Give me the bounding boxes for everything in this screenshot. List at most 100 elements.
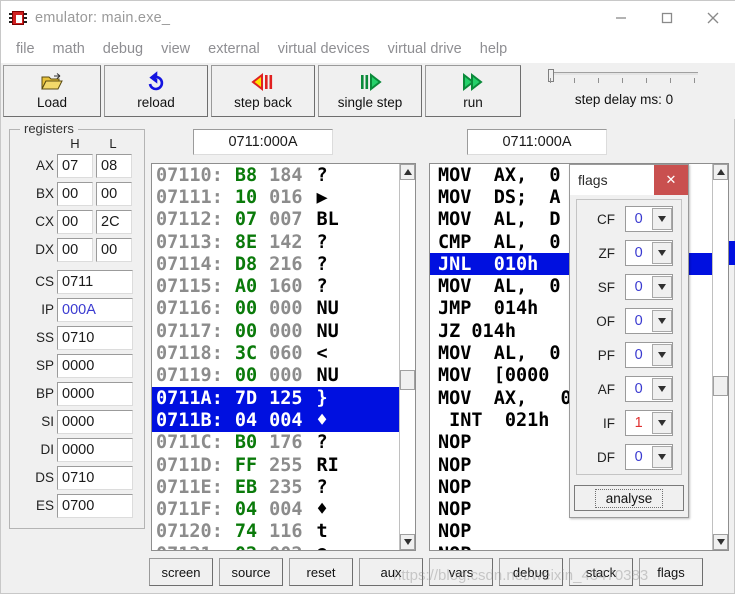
- scroll-up-button[interactable]: [400, 164, 415, 180]
- analyse-button[interactable]: analyse: [574, 485, 684, 511]
- chevron-down-icon[interactable]: [652, 412, 672, 434]
- chevron-down-icon[interactable]: [652, 446, 672, 468]
- scrollbar-thumb[interactable]: [713, 376, 728, 396]
- flags-button[interactable]: flags: [639, 558, 703, 586]
- maximize-button[interactable]: [644, 1, 690, 35]
- table-row[interactable]: 0711C: B0 176?: [152, 432, 399, 454]
- memory-address-input[interactable]: 0711:000A: [193, 129, 333, 155]
- menu-item-external[interactable]: external: [199, 39, 269, 59]
- register-ds-input[interactable]: 0710: [57, 466, 133, 490]
- table-row[interactable]: 07120: 74 116 t: [152, 521, 399, 543]
- register-ss-input[interactable]: 0710: [57, 326, 133, 350]
- register-dx-high-input[interactable]: 00: [57, 238, 93, 262]
- menu-item-help[interactable]: help: [471, 39, 516, 59]
- table-row[interactable]: 07117: 00 000 NU: [152, 320, 399, 342]
- chevron-down-icon[interactable]: [652, 208, 672, 230]
- table-row[interactable]: 07111: 10 016 ▶: [152, 186, 399, 208]
- table-row[interactable]: 07115: A0 160?: [152, 275, 399, 297]
- table-row[interactable]: 07116: 00 000 NU: [152, 298, 399, 320]
- menu-item-view[interactable]: view: [152, 39, 199, 59]
- menu-item-virtual-drive[interactable]: virtual drive: [379, 39, 471, 59]
- flag-select-if[interactable]: 1: [625, 410, 673, 436]
- table-row[interactable]: 0711D: FF 255 RI: [152, 454, 399, 476]
- table-row[interactable]: 07119: 00 000 NU: [152, 365, 399, 387]
- table-row[interactable]: 07112: 07 007 BL: [152, 209, 399, 231]
- scroll-down-button[interactable]: [400, 534, 415, 550]
- stack-button[interactable]: stack: [569, 558, 633, 586]
- menu-item-math[interactable]: math: [44, 39, 94, 59]
- reload-button[interactable]: reload: [104, 65, 208, 117]
- register-bx-low-input[interactable]: 00: [96, 182, 132, 206]
- table-row[interactable]: 0711E: EB 235?: [152, 476, 399, 498]
- code-address-input[interactable]: 0711:000A: [467, 129, 607, 155]
- table-row[interactable]: 07121:02002☻: [152, 543, 399, 550]
- memory-dec: 142: [269, 231, 303, 253]
- minimize-button[interactable]: [598, 1, 644, 35]
- step-delay-slider[interactable]: [546, 69, 702, 91]
- flag-select-zf[interactable]: 0: [625, 240, 673, 266]
- flags-close-button[interactable]: ✕: [654, 165, 688, 195]
- flag-label-sf: SF: [597, 280, 615, 295]
- list-item[interactable]: NOP: [430, 543, 712, 550]
- memory-dec: 255: [269, 454, 303, 476]
- step-back-icon: [250, 70, 276, 94]
- register-ax-high-input[interactable]: 07: [57, 154, 93, 178]
- single-step-button[interactable]: single step: [318, 65, 422, 117]
- register-ax-low-input[interactable]: 08: [96, 154, 132, 178]
- table-row-selected[interactable]: 0711B: 04 004 ♦: [152, 409, 399, 432]
- chevron-down-icon: [716, 539, 725, 545]
- load-button[interactable]: Load: [3, 65, 101, 117]
- flag-select-af[interactable]: 0: [625, 376, 673, 402]
- table-row[interactable]: 0711F: 04 004 ♦: [152, 498, 399, 520]
- menu-item-virtual-devices[interactable]: virtual devices: [269, 39, 379, 59]
- register-di-input[interactable]: 0000: [57, 438, 133, 462]
- register-cx-low-input[interactable]: 2C: [96, 210, 132, 234]
- flag-select-cf[interactable]: 0: [625, 206, 673, 232]
- scroll-up-button[interactable]: [713, 164, 728, 180]
- table-row[interactable]: 07110: B8 184?: [152, 164, 399, 186]
- source-button[interactable]: source: [219, 558, 283, 586]
- memory-address: 07115:: [156, 276, 223, 298]
- debug-button[interactable]: debug: [499, 558, 563, 586]
- scrollbar-thumb[interactable]: [400, 370, 415, 390]
- memory-listing[interactable]: 07110: B8 184? 07111: 10 016 ▶ 07112: 07 007 BL …: [152, 164, 399, 550]
- register-si-input[interactable]: 0000: [57, 410, 133, 434]
- memory-hex: B0: [234, 432, 258, 454]
- register-es-input[interactable]: 0700: [57, 494, 133, 518]
- memory-scrollbar[interactable]: [399, 164, 415, 550]
- flag-select-df[interactable]: 0: [625, 444, 673, 470]
- table-row[interactable]: 07118: 3C 060 <: [152, 342, 399, 364]
- disassembly-scrollbar[interactable]: [712, 164, 728, 550]
- register-cx-high-input[interactable]: 00: [57, 210, 93, 234]
- register-dx-low-input[interactable]: 00: [96, 238, 132, 262]
- chevron-down-icon[interactable]: [652, 344, 672, 366]
- single-step-label: single step: [337, 95, 403, 110]
- screen-button[interactable]: screen: [149, 558, 213, 586]
- flag-select-of[interactable]: 0: [625, 308, 673, 334]
- list-item[interactable]: NOP: [430, 521, 712, 543]
- register-sp-input[interactable]: 0000: [57, 354, 133, 378]
- chevron-down-icon[interactable]: [652, 310, 672, 332]
- menu-item-debug[interactable]: debug: [94, 39, 152, 59]
- aux-button[interactable]: aux: [359, 558, 423, 586]
- reset-button[interactable]: reset: [289, 558, 353, 586]
- table-row-selected[interactable]: 0711A: 7D 125}: [152, 386, 399, 410]
- flag-row-pf: PF 0: [577, 340, 683, 372]
- table-row[interactable]: 07113: 8E 142?: [152, 231, 399, 253]
- chevron-down-icon[interactable]: [652, 276, 672, 298]
- chevron-down-icon[interactable]: [652, 378, 672, 400]
- close-button[interactable]: [690, 1, 735, 35]
- step-back-button[interactable]: step back: [211, 65, 315, 117]
- flag-select-pf[interactable]: 0: [625, 342, 673, 368]
- scroll-down-button[interactable]: [713, 534, 728, 550]
- menu-item-file[interactable]: file: [7, 39, 44, 59]
- register-bp-input[interactable]: 0000: [57, 382, 133, 406]
- vars-button[interactable]: vars: [429, 558, 493, 586]
- register-cs-input[interactable]: 0711: [57, 270, 133, 294]
- flag-select-sf[interactable]: 0: [625, 274, 673, 300]
- chevron-down-icon[interactable]: [652, 242, 672, 264]
- register-ip-input[interactable]: 000A: [57, 298, 133, 322]
- table-row[interactable]: 07114: D8 216?: [152, 253, 399, 275]
- run-button[interactable]: run: [425, 65, 521, 117]
- register-bx-high-input[interactable]: 00: [57, 182, 93, 206]
